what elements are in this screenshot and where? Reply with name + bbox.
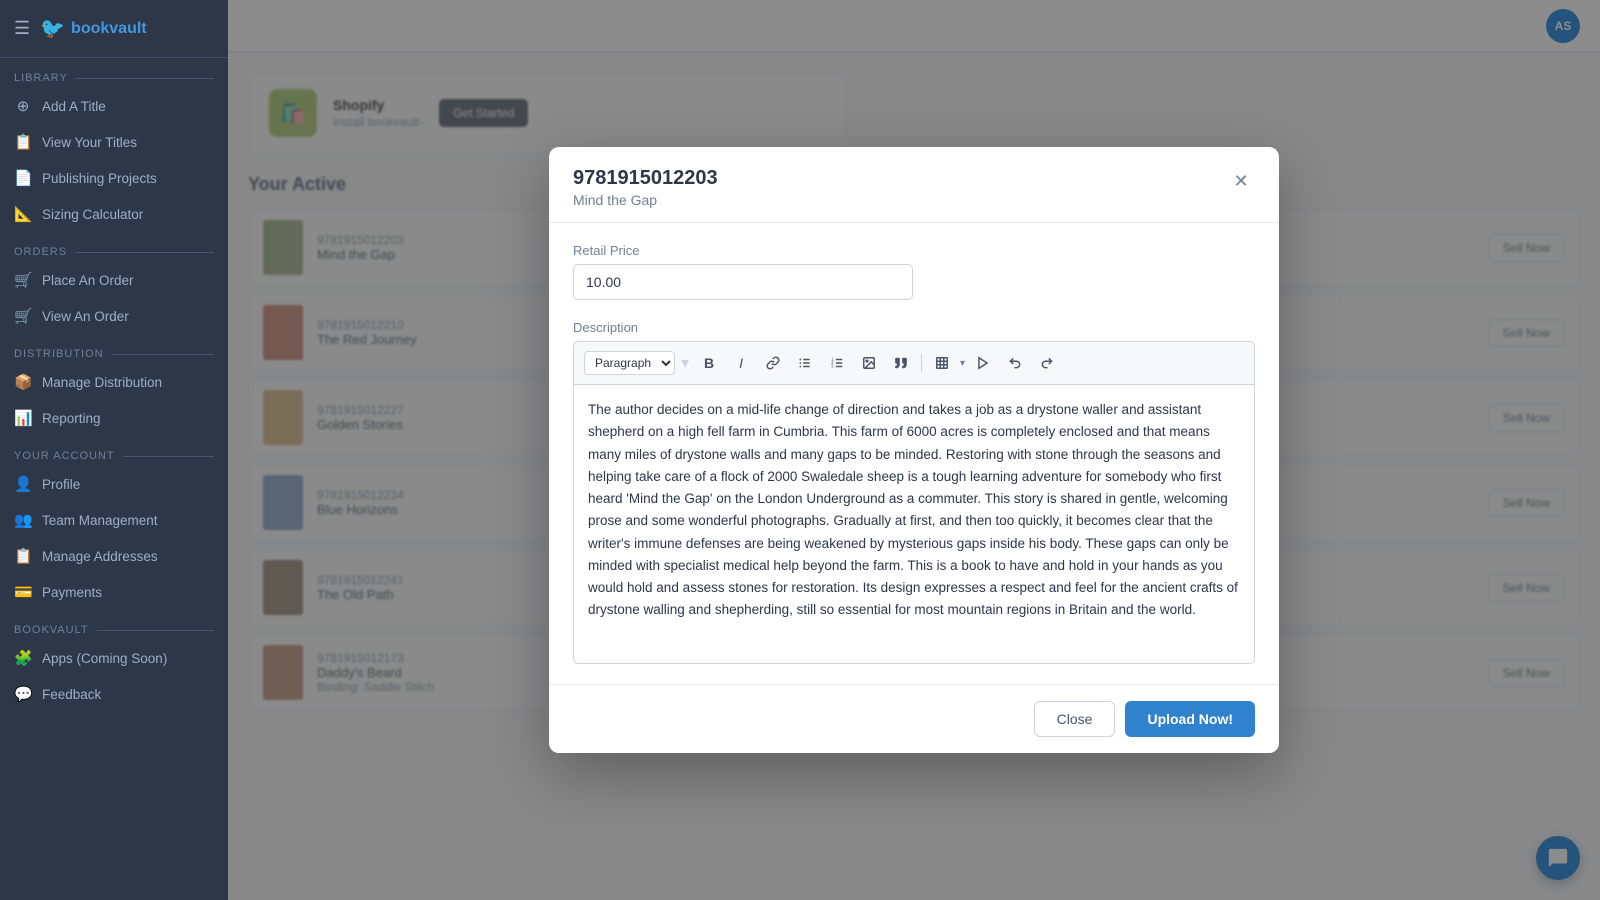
sidebar-item-label: Profile xyxy=(42,477,80,492)
table-button[interactable] xyxy=(928,350,956,376)
logo-area: 🐦 bookvault xyxy=(40,16,146,41)
link-button[interactable] xyxy=(759,350,787,376)
sidebar-item-feedback[interactable]: 💬 Feedback xyxy=(0,676,228,712)
add-icon: ⊕ xyxy=(14,97,32,115)
sidebar-item-label: Place An Order xyxy=(42,273,134,288)
sidebar-item-reporting[interactable]: 📊 Reporting xyxy=(0,400,228,436)
apps-icon: 🧩 xyxy=(14,649,32,667)
sidebar-item-manage-distribution[interactable]: 📦 Manage Distribution xyxy=(0,364,228,400)
paragraph-select[interactable]: Paragraph xyxy=(584,351,675,375)
bold-button[interactable]: B xyxy=(695,350,723,376)
description-text: The author decides on a mid-life change … xyxy=(588,402,1238,617)
sidebar-item-team-management[interactable]: 👥 Team Management xyxy=(0,502,228,538)
feedback-icon: 💬 xyxy=(14,685,32,703)
sidebar-item-label: Sizing Calculator xyxy=(42,207,143,222)
modal-book-title: Mind the Gap xyxy=(573,192,718,208)
modal-header: 9781915012203 Mind the Gap ✕ xyxy=(549,147,1279,223)
sidebar-item-view-order[interactable]: 🛒 View An Order xyxy=(0,298,228,334)
retail-price-input[interactable] xyxy=(573,264,913,300)
logo-bird-icon: 🐦 xyxy=(40,16,65,41)
retail-price-label: Retail Price xyxy=(573,243,1255,258)
calc-icon: 📐 xyxy=(14,205,32,223)
person-icon: 👤 xyxy=(14,475,32,493)
upload-now-button[interactable]: Upload Now! xyxy=(1125,701,1255,737)
modal-body: Retail Price Description Paragraph ▾ B I xyxy=(549,223,1279,684)
sidebar-item-place-order[interactable]: 🛒 Place An Order xyxy=(0,262,228,298)
svg-text:3.: 3. xyxy=(831,364,834,369)
sidebar-item-label: Apps (Coming Soon) xyxy=(42,651,167,666)
sidebar-item-label: Team Management xyxy=(42,513,158,528)
sidebar-item-label: Add A Title xyxy=(42,99,106,114)
sidebar-item-apps[interactable]: 🧩 Apps (Coming Soon) xyxy=(0,640,228,676)
payment-icon: 💳 xyxy=(14,583,32,601)
video-button[interactable] xyxy=(969,350,997,376)
logo-text: bookvault xyxy=(71,20,147,38)
sidebar-section-orders: Orders xyxy=(0,232,228,262)
modal-close-button[interactable]: ✕ xyxy=(1227,167,1255,195)
ordered-list-button[interactable]: 1.2.3. xyxy=(823,350,851,376)
main-content: AS 🛍️ Shopify Install bookvault- Get Sta… xyxy=(228,0,1600,900)
list-icon: 📋 xyxy=(14,133,32,151)
sidebar-section-distribution: Distribution xyxy=(0,334,228,364)
chart-icon: 📊 xyxy=(14,409,32,427)
modal-isbn: 9781915012203 xyxy=(573,167,718,190)
sidebar-item-publishing-projects[interactable]: 📄 Publishing Projects xyxy=(0,160,228,196)
sidebar-item-label: Publishing Projects xyxy=(42,171,157,186)
team-icon: 👥 xyxy=(14,511,32,529)
sidebar-item-label: View An Order xyxy=(42,309,129,324)
modal-footer: Close Upload Now! xyxy=(549,684,1279,753)
sidebar-item-label: Manage Addresses xyxy=(42,549,158,564)
description-section: Description Paragraph ▾ B I xyxy=(573,320,1255,664)
sidebar-item-manage-addresses[interactable]: 📋 Manage Addresses xyxy=(0,538,228,574)
sidebar-item-label: Feedback xyxy=(42,687,101,702)
sidebar-item-view-titles[interactable]: 📋 View Your Titles xyxy=(0,124,228,160)
box-icon: 📦 xyxy=(14,373,32,391)
close-button[interactable]: Close xyxy=(1034,701,1116,737)
image-button[interactable] xyxy=(855,350,883,376)
sidebar-item-add-title[interactable]: ⊕ Add A Title xyxy=(0,88,228,124)
redo-button[interactable] xyxy=(1033,350,1061,376)
italic-button[interactable]: I xyxy=(727,350,755,376)
hamburger-icon[interactable]: ☰ xyxy=(14,18,30,39)
toolbar-divider xyxy=(921,354,922,372)
bullet-list-button[interactable] xyxy=(791,350,819,376)
sidebar: ☰ 🐦 bookvault Library ⊕ Add A Title 📋 Vi… xyxy=(0,0,228,900)
sidebar-item-payments[interactable]: 💳 Payments xyxy=(0,574,228,610)
address-icon: 📋 xyxy=(14,547,32,565)
sidebar-item-label: Reporting xyxy=(42,411,101,426)
sidebar-item-label: Payments xyxy=(42,585,102,600)
editor-toolbar: Paragraph ▾ B I 1.2.3. xyxy=(573,341,1255,384)
modal-dialog: 9781915012203 Mind the Gap ✕ Retail Pric… xyxy=(549,147,1279,753)
sidebar-item-profile[interactable]: 👤 Profile xyxy=(0,466,228,502)
sidebar-section-account: Your Account xyxy=(0,436,228,466)
sidebar-item-label: View Your Titles xyxy=(42,135,137,150)
sidebar-section-library: Library xyxy=(0,58,228,88)
blockquote-button[interactable] xyxy=(887,350,915,376)
undo-button[interactable] xyxy=(1001,350,1029,376)
description-label: Description xyxy=(573,320,1255,335)
sidebar-section-bookvault: Bookvault xyxy=(0,610,228,640)
modal-overlay: 9781915012203 Mind the Gap ✕ Retail Pric… xyxy=(228,0,1600,900)
sidebar-item-label: Manage Distribution xyxy=(42,375,162,390)
cart2-icon: 🛒 xyxy=(14,307,32,325)
doc-icon: 📄 xyxy=(14,169,32,187)
sidebar-header: ☰ 🐦 bookvault xyxy=(0,0,228,58)
description-editor[interactable]: The author decides on a mid-life change … xyxy=(573,384,1255,664)
cart-icon: 🛒 xyxy=(14,271,32,289)
sidebar-item-sizing-calculator[interactable]: 📐 Sizing Calculator xyxy=(0,196,228,232)
